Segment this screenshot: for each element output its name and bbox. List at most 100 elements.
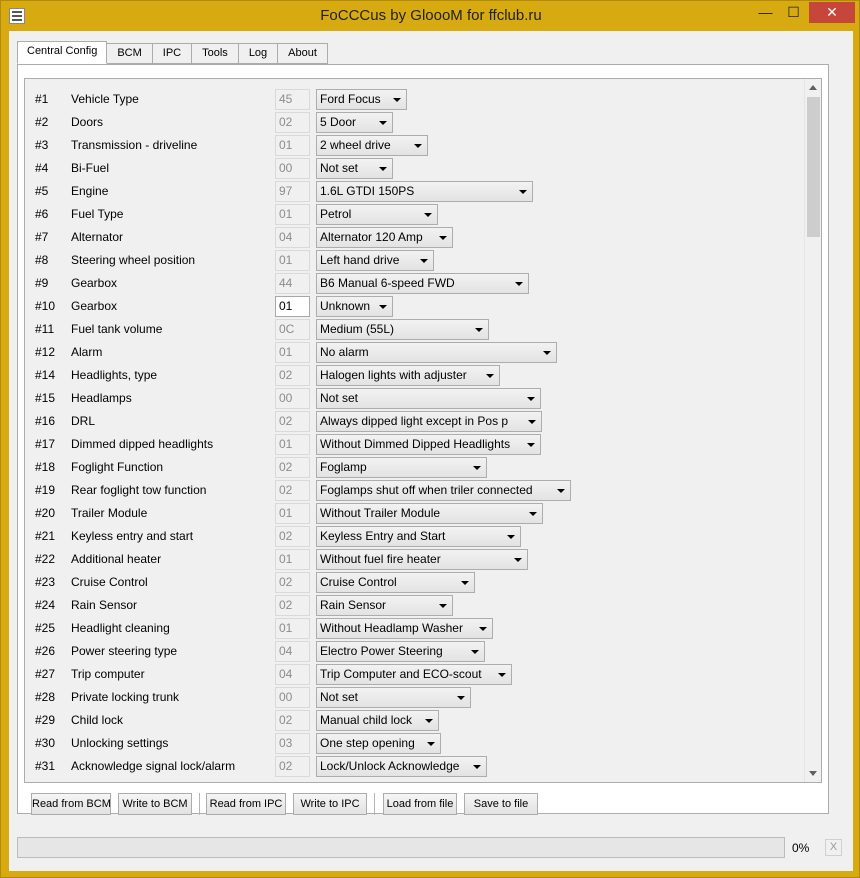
value-dropdown[interactable]: Not set <box>316 158 393 179</box>
code-field[interactable]: 02 <box>275 572 310 593</box>
value-dropdown[interactable]: Electro Power Steering <box>316 641 485 662</box>
code-field[interactable]: 01 <box>275 434 310 455</box>
row-label: Trailer Module <box>71 506 148 520</box>
tab-log[interactable]: Log <box>238 43 279 64</box>
code-field[interactable]: 0C <box>275 319 310 340</box>
config-row: #23 Cruise Control 02 Cruise Control <box>25 569 805 593</box>
tab-ipc[interactable]: IPC <box>152 43 193 64</box>
code-field[interactable]: 04 <box>275 664 310 685</box>
code-field[interactable]: 01 <box>275 204 310 225</box>
write-to-bcm-button[interactable]: Write to BCM <box>118 793 192 815</box>
row-number: #9 <box>35 276 49 290</box>
code-field[interactable]: 45 <box>275 89 310 110</box>
code-field[interactable]: 02 <box>275 756 310 777</box>
row-number: #29 <box>35 713 56 727</box>
code-field[interactable]: 02 <box>275 595 310 616</box>
value-dropdown[interactable]: Unknown <box>316 296 393 317</box>
save-to-file-button[interactable]: Save to file <box>464 793 538 815</box>
value-dropdown[interactable]: Without Dimmed Dipped Headlights <box>316 434 541 455</box>
row-label: Dimmed dipped headlights <box>71 437 214 451</box>
title-bar[interactable]: FoCCCus by GloooM for ffclub.ru — ☐ ✕ <box>1 1 860 31</box>
value-dropdown[interactable]: No alarm <box>316 342 557 363</box>
minimize-button[interactable]: — <box>752 2 779 23</box>
row-label: Acknowledge signal lock/alarm <box>71 759 236 773</box>
code-field[interactable]: 02 <box>275 112 310 133</box>
cancel-button[interactable]: X <box>825 839 842 856</box>
code-field[interactable]: 03 <box>275 733 310 754</box>
value-dropdown[interactable]: One step opening <box>316 733 441 754</box>
code-field[interactable]: 04 <box>275 641 310 662</box>
code-field[interactable]: 01 <box>275 618 310 639</box>
value-dropdown[interactable]: Always dipped light except in Pos p <box>316 411 542 432</box>
tab-about[interactable]: About <box>278 43 328 64</box>
code-field[interactable]: 02 <box>275 457 310 478</box>
code-field[interactable]: 44 <box>275 273 310 294</box>
value-dropdown[interactable]: Not set <box>316 687 471 708</box>
scroll-down-icon[interactable] <box>805 765 821 782</box>
value-dropdown[interactable]: Cruise Control <box>316 572 475 593</box>
chevron-down-icon <box>473 466 481 470</box>
close-button[interactable]: ✕ <box>809 2 855 23</box>
code-field[interactable]: 01 <box>275 135 310 156</box>
value-dropdown[interactable]: Left hand drive <box>316 250 434 271</box>
value-dropdown[interactable]: Without fuel fire heater <box>316 549 528 570</box>
code-field[interactable]: 01 <box>275 342 310 363</box>
code-field[interactable]: 02 <box>275 411 310 432</box>
code-field[interactable]: 01 <box>275 503 310 524</box>
code-field[interactable]: 01 <box>275 549 310 570</box>
config-row: #1 Vehicle Type 45 Ford Focus <box>25 86 805 110</box>
value-dropdown[interactable]: Trip Computer and ECO-scout <box>316 664 512 685</box>
code-field[interactable]: 00 <box>275 687 310 708</box>
scroll-thumb[interactable] <box>807 97 820 237</box>
value-dropdown[interactable]: Rain Sensor <box>316 595 453 616</box>
code-field[interactable]: 97 <box>275 181 310 202</box>
read-from-bcm-button[interactable]: Read from BCM <box>31 793 111 815</box>
code-field[interactable]: 02 <box>275 710 310 731</box>
value-dropdown[interactable]: Alternator 120 Amp <box>316 227 453 248</box>
scroll-up-icon[interactable] <box>805 79 821 96</box>
read-from-ipc-button[interactable]: Read from IPC <box>206 793 286 815</box>
vertical-scrollbar[interactable] <box>804 79 821 782</box>
code-field[interactable]: 02 <box>275 365 310 386</box>
maximize-button[interactable]: ☐ <box>780 2 807 23</box>
value-dropdown[interactable]: Without Headlamp Washer <box>316 618 493 639</box>
value-dropdown[interactable]: Foglamp <box>316 457 487 478</box>
value-dropdown[interactable]: Medium (55L) <box>316 319 489 340</box>
config-row: #25 Headlight cleaning 01 Without Headlamp … <box>25 615 805 639</box>
value-dropdown[interactable]: 1.6L GTDI 150PS <box>316 181 533 202</box>
value-dropdown[interactable]: 2 wheel drive <box>316 135 428 156</box>
load-from-file-button[interactable]: Load from file <box>383 793 457 815</box>
value-dropdown[interactable]: Foglamps shut off when triler connected <box>316 480 571 501</box>
dropdown-value: Halogen lights with adjuster <box>320 368 467 382</box>
code-field[interactable]: 02 <box>275 526 310 547</box>
code-field[interactable]: 00 <box>275 388 310 409</box>
value-dropdown[interactable]: Halogen lights with adjuster <box>316 365 500 386</box>
value-dropdown[interactable]: Petrol <box>316 204 438 225</box>
code-field[interactable]: 04 <box>275 227 310 248</box>
config-row: #19 Rear foglight tow function 02 Foglamps … <box>25 477 805 501</box>
value-dropdown[interactable]: Manual child lock <box>316 710 439 731</box>
row-label: Fuel Type <box>71 207 124 221</box>
value-dropdown[interactable]: 5 Door <box>316 112 393 133</box>
value-dropdown[interactable]: Ford Focus <box>316 89 407 110</box>
code-field[interactable]: 01 <box>275 250 310 271</box>
tab-central-config[interactable]: Central Config <box>17 41 108 64</box>
value-dropdown[interactable]: Lock/Unlock Acknowledge <box>316 756 487 777</box>
code-field[interactable]: 01 <box>275 296 310 317</box>
value-dropdown[interactable]: Not set <box>316 388 541 409</box>
value-dropdown[interactable]: B6 Manual 6-speed FWD <box>316 273 529 294</box>
row-number: #14 <box>35 368 56 382</box>
dropdown-value: Without Headlamp Washer <box>320 621 463 635</box>
row-label: Headlamps <box>71 391 132 405</box>
config-scroll-area[interactable]: #1 Vehicle Type 45 Ford Focus #2 Doors 02 5 Doo… <box>24 78 822 783</box>
code-field[interactable]: 02 <box>275 480 310 501</box>
value-dropdown[interactable]: Keyless Entry and Start <box>316 526 521 547</box>
tab-bcm[interactable]: BCM <box>107 43 153 64</box>
dropdown-value: Without Trailer Module <box>320 506 441 520</box>
tab-tools[interactable]: Tools <box>192 43 239 64</box>
code-field[interactable]: 00 <box>275 158 310 179</box>
value-dropdown[interactable]: Without Trailer Module <box>316 503 543 524</box>
dropdown-value: Cruise Control <box>320 575 397 589</box>
write-to-ipc-button[interactable]: Write to IPC <box>293 793 367 815</box>
row-number: #28 <box>35 690 56 704</box>
